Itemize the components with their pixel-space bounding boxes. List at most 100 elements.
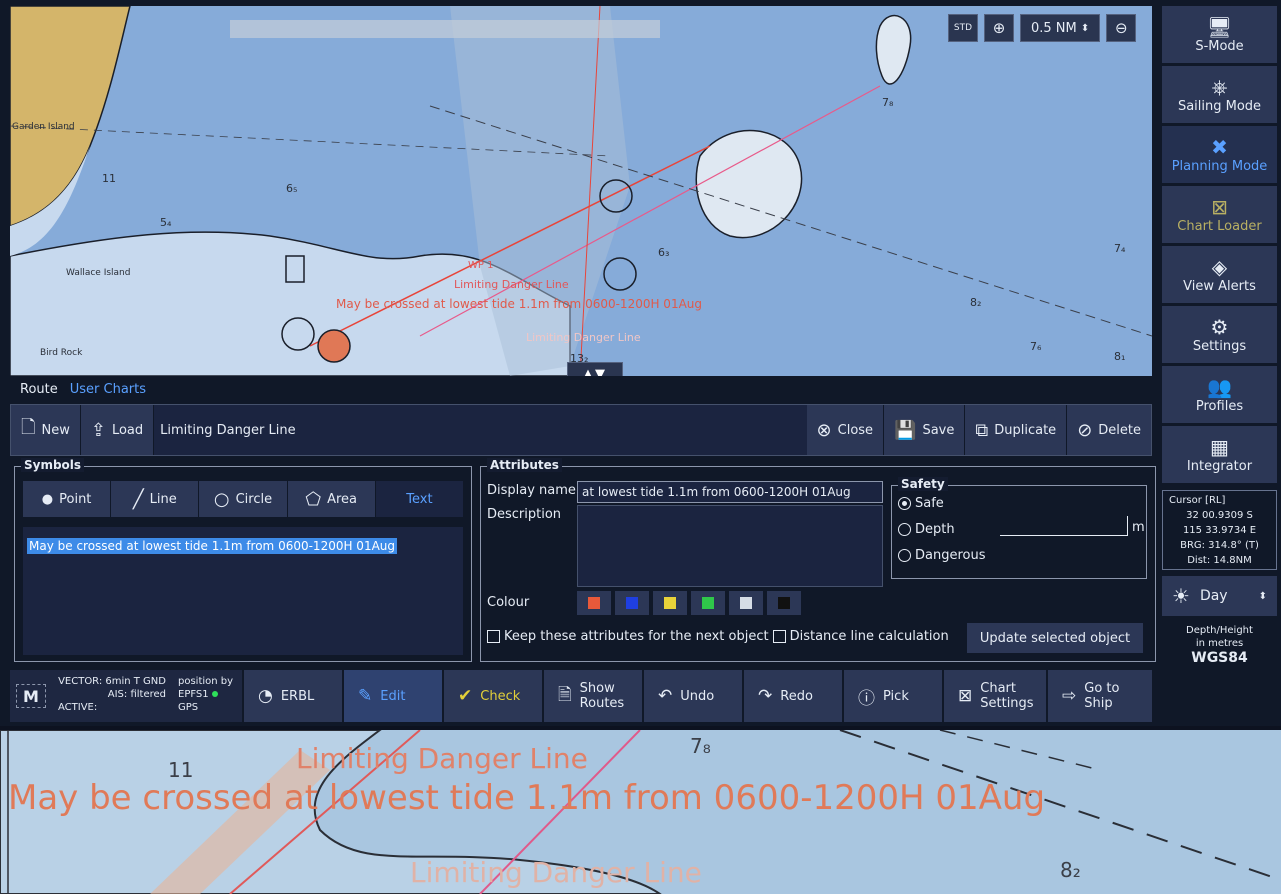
- upload-icon: ⇪: [90, 419, 106, 441]
- std-display-icon[interactable]: STD: [948, 14, 978, 42]
- undo-button[interactable]: ↶ Undo: [642, 670, 742, 722]
- attributes-group: Attributes Display name at lowest tide 1…: [480, 458, 1156, 662]
- new-button[interactable]: 🗋 New: [11, 405, 81, 455]
- tab-user-charts[interactable]: User Charts: [70, 382, 146, 397]
- planning-mode-button[interactable]: ✖ Planning Mode: [1162, 126, 1277, 186]
- delete-button[interactable]: ⊘ Delete: [1067, 405, 1151, 455]
- keep-attributes-checkbox[interactable]: [487, 630, 500, 643]
- pick-button[interactable]: ⓘ Pick: [842, 670, 942, 722]
- zoom-in-icon[interactable]: ⊕: [984, 14, 1014, 42]
- s-mode-button[interactable]: 🖥 S-Mode: [1162, 6, 1277, 66]
- save-button[interactable]: 💾 Save: [884, 405, 966, 455]
- chart-tools: STD ⊕ 0.5 NM ⬍ ⊖: [948, 14, 1137, 42]
- symbol-circle-button[interactable]: ○ Circle: [199, 481, 288, 517]
- safety-dangerous-radio[interactable]: Dangerous: [898, 548, 986, 563]
- symbol-area-button[interactable]: ⬠ Area: [288, 481, 376, 517]
- distance-line-checkbox[interactable]: [772, 630, 786, 643]
- floppy-icon: 💾: [894, 419, 917, 441]
- sounding: 6₃: [658, 246, 670, 259]
- colour-swatch-red[interactable]: [577, 591, 611, 615]
- place-name: Wallace Island: [66, 268, 131, 278]
- sounding: 8₁: [1114, 350, 1126, 363]
- sounding: 7₄: [1114, 242, 1126, 255]
- cursor-caption: Cursor [RL]: [1169, 495, 1226, 506]
- safety-safe-radio[interactable]: Safe: [898, 496, 944, 511]
- zoom-sounding: 8₂: [1060, 858, 1081, 882]
- load-button[interactable]: ⇪ Load: [80, 405, 155, 455]
- symbol-text-button[interactable]: Text: [375, 481, 464, 517]
- go-to-ship-button[interactable]: ⇨ Go to Ship: [1046, 670, 1152, 722]
- chart-loader-icon: ⊠: [1211, 195, 1228, 219]
- check-circle-icon: ✔: [458, 686, 473, 706]
- colour-swatch-blue[interactable]: [615, 591, 649, 615]
- settings-button[interactable]: ⚙ Settings: [1162, 306, 1277, 366]
- place-name: Garden Island: [12, 122, 75, 132]
- colour-swatch-yellow[interactable]: [653, 591, 687, 615]
- erbl-button[interactable]: ◔ ERBL: [242, 670, 342, 722]
- duplicate-button[interactable]: ⧉ Duplicate: [965, 405, 1068, 455]
- close-button[interactable]: ⊗ Close: [806, 405, 885, 455]
- pick-info-icon: ⓘ: [858, 688, 875, 709]
- chart-loader-button[interactable]: ⊠ Chart Loader: [1162, 186, 1277, 246]
- chart-label-main-text[interactable]: May be crossed at lowest tide 1.1m from …: [336, 297, 702, 311]
- m-logo: M: [16, 684, 46, 708]
- go-to-ship-icon: ⇨: [1062, 686, 1077, 706]
- view-alerts-button[interactable]: ◈ View Alerts: [1162, 246, 1277, 306]
- profiles-button[interactable]: 👥 Profiles: [1162, 366, 1277, 426]
- chart-scale-select[interactable]: 0.5 NM ⬍: [1020, 14, 1101, 42]
- symbol-line-button[interactable]: ╱ Line: [111, 481, 200, 517]
- chart-label-wp: WP 1: [468, 260, 494, 271]
- redo-button[interactable]: ↷ Redo: [742, 670, 842, 722]
- object-name-field[interactable]: Limiting Danger Line: [154, 405, 807, 455]
- colour-swatch-green[interactable]: [691, 591, 725, 615]
- display-name-input[interactable]: at lowest tide 1.1m from 0600-1200H 01Au…: [577, 481, 883, 503]
- show-routes-button[interactable]: 🗎 Show Routes: [542, 670, 642, 722]
- chart-label-ldl-bottom: Limiting Danger Line: [526, 331, 641, 344]
- cursor-readout: Cursor [RL] 32 00.9309 S 115 33.9734 E B…: [1162, 490, 1277, 570]
- zoom-out-icon[interactable]: ⊖: [1106, 14, 1137, 42]
- attributes-title: Attributes: [487, 458, 562, 472]
- panel-splitter-button[interactable]: ▲▼: [567, 362, 623, 376]
- symbol-type-selector: ● Point ╱ Line ○ Circle ⬠ Area Text: [23, 481, 464, 517]
- colour-swatch-black[interactable]: [767, 591, 801, 615]
- description-input[interactable]: [577, 505, 883, 587]
- day-night-select[interactable]: ☀ Day ⬍: [1162, 576, 1277, 616]
- symbols-group: Symbols ● Point ╱ Line ○ Circle ⬠ Area Text …: [14, 458, 472, 662]
- cursor-brg: BRG: 314.8° (T): [1180, 540, 1259, 551]
- sun-icon: ☀: [1172, 584, 1190, 608]
- update-selected-object-button[interactable]: Update selected object: [967, 623, 1143, 653]
- colour-swatch-white[interactable]: [729, 591, 763, 615]
- keep-attributes-label: Keep these attributes for the next objec…: [504, 629, 769, 644]
- symbol-text-input[interactable]: May be crossed at lowest tide 1.1m from …: [23, 527, 463, 655]
- attribute-options: Keep these attributes for the next objec…: [487, 629, 949, 644]
- zoom-label-main-text: May be crossed at lowest tide 1.1m from …: [8, 778, 1046, 818]
- duplicate-icon: ⧉: [975, 419, 989, 441]
- nautical-chart[interactable]: STD ⊕ 0.5 NM ⬍ ⊖ Limiting Danger Line WP…: [10, 6, 1152, 376]
- symbols-title: Symbols: [21, 458, 85, 472]
- redo-arrow-icon: ↷: [758, 686, 773, 706]
- sailing-mode-button[interactable]: ⎈ Sailing Mode: [1162, 66, 1277, 126]
- chart-label-ldl-top: Limiting Danger Line: [454, 278, 569, 291]
- position-source: position by EPFS1 GPS: [178, 676, 234, 713]
- cursor-lat: 32 00.9309 S: [1186, 510, 1253, 521]
- symbol-text-selection: May be crossed at lowest tide 1.1m from …: [27, 538, 398, 554]
- cursor-lon: 115 33.9734 E: [1182, 525, 1257, 536]
- chart-graphics: [10, 6, 1152, 376]
- distance-line-label: Distance line calculation: [789, 629, 949, 644]
- circle-icon: ○: [213, 488, 230, 510]
- safety-depth-radio[interactable]: Depth: [898, 522, 955, 537]
- users-icon: 👥: [1207, 375, 1232, 399]
- alert-diamond-icon: ◈: [1211, 255, 1228, 279]
- integrator-button[interactable]: ▦ Integrator: [1162, 426, 1277, 486]
- erbl-icon: ◔: [258, 686, 273, 706]
- symbol-point-button[interactable]: ● Point: [23, 481, 112, 517]
- display-name-label: Display name: [487, 483, 576, 498]
- check-button[interactable]: ✔ Check: [442, 670, 542, 722]
- chart-settings-button[interactable]: ⊠ Chart Settings: [942, 670, 1046, 722]
- monitor-icon: 🖥: [1206, 15, 1233, 39]
- status-bar: M VECTOR: 6min T GND AIS: filtered ACTIV…: [10, 670, 1152, 722]
- edit-button[interactable]: ✎ Edit: [342, 670, 442, 722]
- tab-route[interactable]: Route: [20, 382, 58, 397]
- safety-depth-input[interactable]: [1000, 516, 1128, 536]
- zoom-sounding: 7₈: [690, 734, 711, 758]
